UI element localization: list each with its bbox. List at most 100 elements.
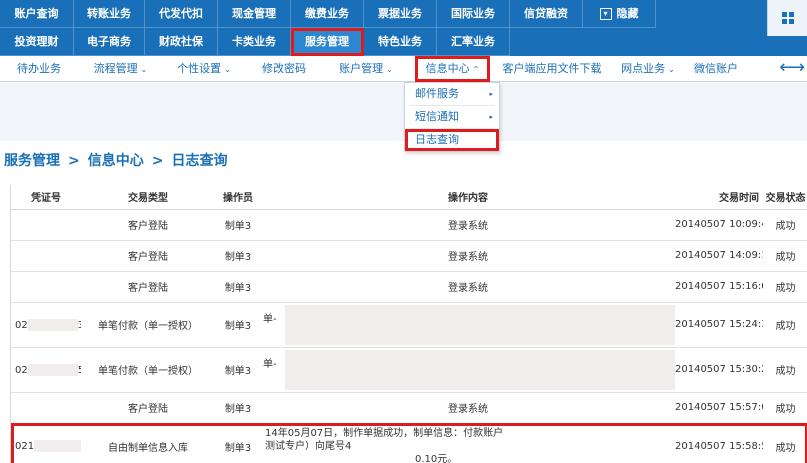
cell-voucher: 0230 [11,302,81,348]
log-table: 凭证号 交易类型 操作员 操作内容 交易时间 交易状态 客户登陆 制单3 登录系… [11,185,807,463]
table-row[interactable]: 客户登陆 制单3 登录系统 20140507 10:09:46 成功 [11,209,807,241]
cell-voucher [11,392,81,424]
top-nav-item-international[interactable]: 国际业务 [437,0,510,28]
content-line-2: 测试专户）向尾号4 [265,440,352,452]
chevron-right-icon: ▸ [489,113,493,121]
log-table-container: 凭证号 交易类型 操作员 操作内容 交易时间 交易状态 客户登陆 制单3 登录系… [10,185,807,463]
cell-voucher: 021 [11,423,81,463]
subnav-item-branch-business[interactable]: 网点业务 ⌄ [614,56,682,82]
table-row[interactable]: 客户登陆 制单3 登录系统 20140507 15:57:03 成功 [11,392,807,424]
column-header-type[interactable]: 交易类型 [81,185,215,210]
breadcrumb-info-center[interactable]: 信息中心 [88,153,144,169]
cell-status: 成功 [763,347,807,393]
chevron-down-icon: ⌄ [140,65,148,74]
dropdown-item-log-query[interactable]: 日志查询 [405,129,499,151]
cell-time: 20140507 15:58:51 [675,423,763,463]
subnav-item-workflow[interactable]: 流程管理 ⌄ [78,56,163,82]
cell-operator: 制单3 [215,423,261,463]
cell-operator: 制单3 [215,347,261,393]
top-nav-item-ecommerce[interactable]: 电子商务 [74,28,145,56]
collapse-icon: ▾ [599,7,612,20]
chevron-up-icon: ⌃ [472,65,480,74]
top-nav-item-investment[interactable]: 投资理财 [0,28,74,56]
redacted-block [34,440,81,452]
cell-time: 20140507 15:24:38 [675,302,763,348]
hide-nav-button[interactable]: ▾ 隐藏 [583,0,656,28]
table-row[interactable]: 客户登陆 制单3 登录系统 20140507 15:16:09 成功 [11,271,807,303]
table-row[interactable]: 0254 单笔付款（单一授权） 制单3 单- 20140507 15:30:29… [11,347,807,393]
breadcrumb-separator: > [151,153,164,169]
top-nav-item-bill-payment[interactable]: 缴费业务 [291,0,364,28]
top-nav-item-credit[interactable]: 信贷融资 [510,0,583,28]
scroll-arrows-icon[interactable]: ⟷ [779,56,805,82]
top-nav-item-payroll[interactable]: 代发代扣 [145,0,218,28]
cell-time: 20140507 14:09:12 [675,240,763,272]
subnav-item-todo[interactable]: 待办业务 [0,56,78,82]
subnav-item-info-center[interactable]: 信息中心 ⌃ [415,56,490,82]
cell-status: 成功 [763,423,807,463]
column-header-operator[interactable]: 操作员 [215,185,261,210]
cell-type: 单笔付款（单一授权） [81,347,215,393]
top-nav-item-card[interactable]: 卡类业务 [218,28,291,56]
dropdown-item-sms-notification[interactable]: 短信通知 ▸ [405,106,499,128]
hide-nav-label: 隐藏 [616,6,639,20]
top-nav-item-bills[interactable]: 票据业务 [364,0,437,28]
content-line-1: 14年05月07日，制作单据成功，制单信息：付款账户 [265,427,504,439]
table-row[interactable]: 客户登陆 制单3 登录系统 20140507 14:09:12 成功 [11,240,807,272]
cell-type: 自由制单信息入库 [81,423,215,463]
cell-content: 登录系统 [261,209,675,241]
cell-type: 客户登陆 [81,392,215,424]
table-row[interactable]: 0230 单笔付款（单一授权） 制单3 单- 20140507 15:24:38… [11,302,807,348]
cell-status: 成功 [763,271,807,303]
breadcrumb-separator: > [68,153,80,169]
top-nav-item-service-management[interactable]: 服务管理 [291,28,364,56]
cell-operator: 制单3 [215,240,261,272]
cell-content: 单- [261,347,675,393]
top-nav-item-cash-management[interactable]: 现金管理 [218,0,291,28]
subnav-item-wechat-account[interactable]: 微信账户 [682,56,750,82]
top-nav-row-2: 投资理财 电子商务 财政社保 卡类业务 服务管理 特色业务 汇率业务 [0,28,510,56]
cell-time: 20140507 15:30:29 [675,347,763,393]
cell-content: 14年05月07日，制作单据成功，制单信息：付款账户 测试专户）向尾号4 0.1… [261,423,675,463]
app-grid-button[interactable] [767,0,807,36]
cell-time: 20140507 15:57:03 [675,392,763,424]
column-header-voucher[interactable]: 凭证号 [11,185,81,210]
cell-type: 客户登陆 [81,240,215,272]
top-nav-item-special[interactable]: 特色业务 [364,28,437,56]
top-nav-item-social-security[interactable]: 财政社保 [145,28,218,56]
table-row-highlighted[interactable]: 021 自由制单信息入库 制单3 14年05月07日，制作单据成功，制单信息：付… [11,423,807,463]
cell-type: 客户登陆 [81,271,215,303]
top-nav-item-transfer[interactable]: 转账业务 [74,0,145,28]
column-header-content[interactable]: 操作内容 [261,185,675,210]
cell-status: 成功 [763,240,807,272]
subnav-item-change-password[interactable]: 修改密码 [245,56,323,82]
chevron-down-icon: ⌄ [668,65,675,74]
redacted-block [27,363,78,376]
subnav-item-account-management[interactable]: 账户管理 ⌄ [323,56,409,82]
dropdown-item-mail-service[interactable]: 邮件服务 ▸ [405,83,499,105]
info-center-dropdown: 邮件服务 ▸ 短信通知 ▸ 日志查询 [404,82,500,152]
cell-operator: 制单3 [215,271,261,303]
chevron-down-icon: ⌄ [224,65,231,74]
cell-content: 登录系统 [261,392,675,424]
cell-operator: 制单3 [215,209,261,241]
table-header-row: 凭证号 交易类型 操作员 操作内容 交易时间 交易状态 [11,185,807,210]
top-nav-item-exchange-rate[interactable]: 汇率业务 [437,28,510,56]
chevron-right-icon: ▸ [489,90,493,98]
cell-time: 20140507 10:09:46 [675,209,763,241]
redacted-block [27,318,78,331]
column-header-time[interactable]: 交易时间 [675,185,763,210]
breadcrumb-log-query: 日志查询 [171,153,228,169]
cell-status: 成功 [763,209,807,241]
sub-navigation: 待办业务 流程管理 ⌄ 个性设置 ⌄ 修改密码 账户管理 ⌄ 信息中心 ⌃ 客户端应用文… [0,56,807,82]
subnav-item-personal-settings[interactable]: 个性设置 ⌄ [163,56,245,82]
column-header-status[interactable]: 交易状态 [763,185,807,210]
breadcrumb: 服务管理 > 信息中心 > 日志查询 [4,150,227,170]
cell-type: 客户登陆 [81,209,215,241]
subnav-item-client-download[interactable]: 客户端应用文件下载 [490,56,614,82]
breadcrumb-service-management[interactable]: 服务管理 [4,153,60,169]
chevron-down-icon: ⌄ [386,65,393,74]
top-nav-item-account-query[interactable]: 账户查询 [0,0,74,28]
cell-voucher [11,209,81,241]
grid-icon [781,12,794,24]
